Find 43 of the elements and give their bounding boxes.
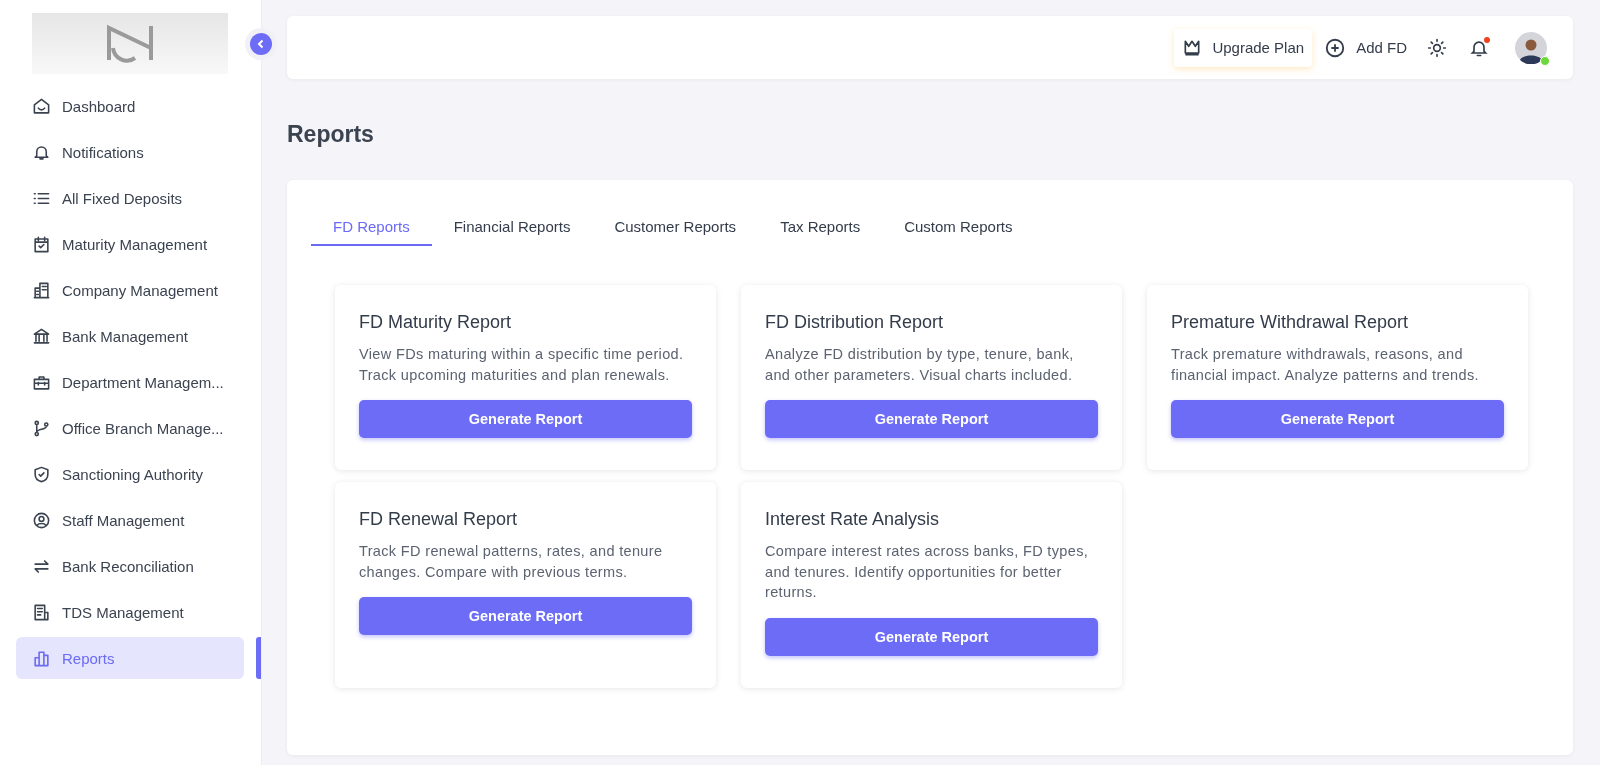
report-title: FD Renewal Report: [359, 509, 519, 530]
sidebar-item[interactable]: All Fixed Deposits: [16, 177, 244, 219]
user-silhouette-icon: [1515, 31, 1547, 64]
sidebar-item[interactable]: Dashboard: [16, 85, 244, 127]
crown-icon: [1182, 37, 1203, 58]
report-tab[interactable]: Financial Reports: [431, 208, 593, 246]
generate-report-button[interactable]: Generate Report: [765, 617, 1098, 656]
generate-report-button[interactable]: Generate Report: [1171, 400, 1504, 438]
chevron-left-icon: [256, 39, 266, 49]
add-fd-button[interactable]: Add FD: [1318, 30, 1413, 65]
sidebar-item[interactable]: Staff Management: [16, 499, 244, 541]
sun-icon: [1427, 37, 1447, 58]
sidebar-item[interactable]: Maturity Management: [16, 223, 244, 265]
report-title: FD Maturity Report: [359, 312, 513, 333]
report-title: Interest Rate Analysis: [765, 509, 941, 530]
sidebar-item[interactable]: Bank Management: [16, 315, 244, 357]
report-description: View FDs maturing within a specific time period. Track upcoming maturities and plan renewals.: [359, 345, 685, 385]
page-title: Reports: [287, 121, 375, 148]
sidebar-item[interactable]: Office Branch Manage...: [16, 407, 244, 449]
generate-report-button[interactable]: Generate Report: [359, 597, 692, 635]
user-avatar[interactable]: [1515, 31, 1547, 64]
upgrade-plan-button[interactable]: Upgrade Plan: [1174, 28, 1313, 67]
plus-circle-icon: [1324, 36, 1347, 59]
generate-report-button[interactable]: Generate Report: [765, 400, 1098, 438]
report-description: Analyze FD distribution by type, tenure, bank, and other parameters. Visual charts included.: [765, 345, 1075, 385]
report-description: Track FD renewal patterns, rates, and tenure changes. Compare with previous terms.: [359, 542, 664, 582]
generate-report-button[interactable]: Generate Report: [359, 400, 692, 438]
sidebar-item[interactable]: Department Managem...: [16, 361, 244, 403]
report-description: Track premature withdrawals, reasons, and financial impact. Analyze patterns and trends.: [1171, 345, 1480, 385]
report-tab[interactable]: FD Reports: [311, 208, 432, 246]
sidebar-item[interactable]: Notifications: [16, 131, 244, 173]
logo-icon: [105, 23, 155, 64]
report-tab[interactable]: Customer Reports: [592, 208, 759, 246]
report-tab[interactable]: Custom Reports: [882, 208, 1035, 246]
sidebar-item[interactable]: TDS Management: [16, 591, 244, 633]
report-title: FD Distribution Report: [765, 312, 945, 333]
sidebar-item[interactable]: Sanctioning Authority: [16, 453, 244, 495]
report-description: Compare interest rates across banks, FD types, and tenures. Identify opportunities for better returns.: [765, 542, 1090, 602]
active-indicator: [256, 637, 261, 679]
report-tab[interactable]: Tax Reports: [758, 208, 883, 246]
sidebar-item[interactable]: Company Management: [16, 269, 244, 311]
sidebar-item[interactable]: Bank Reconciliation: [16, 545, 244, 587]
report-title: Premature Withdrawal Report: [1171, 312, 1410, 333]
